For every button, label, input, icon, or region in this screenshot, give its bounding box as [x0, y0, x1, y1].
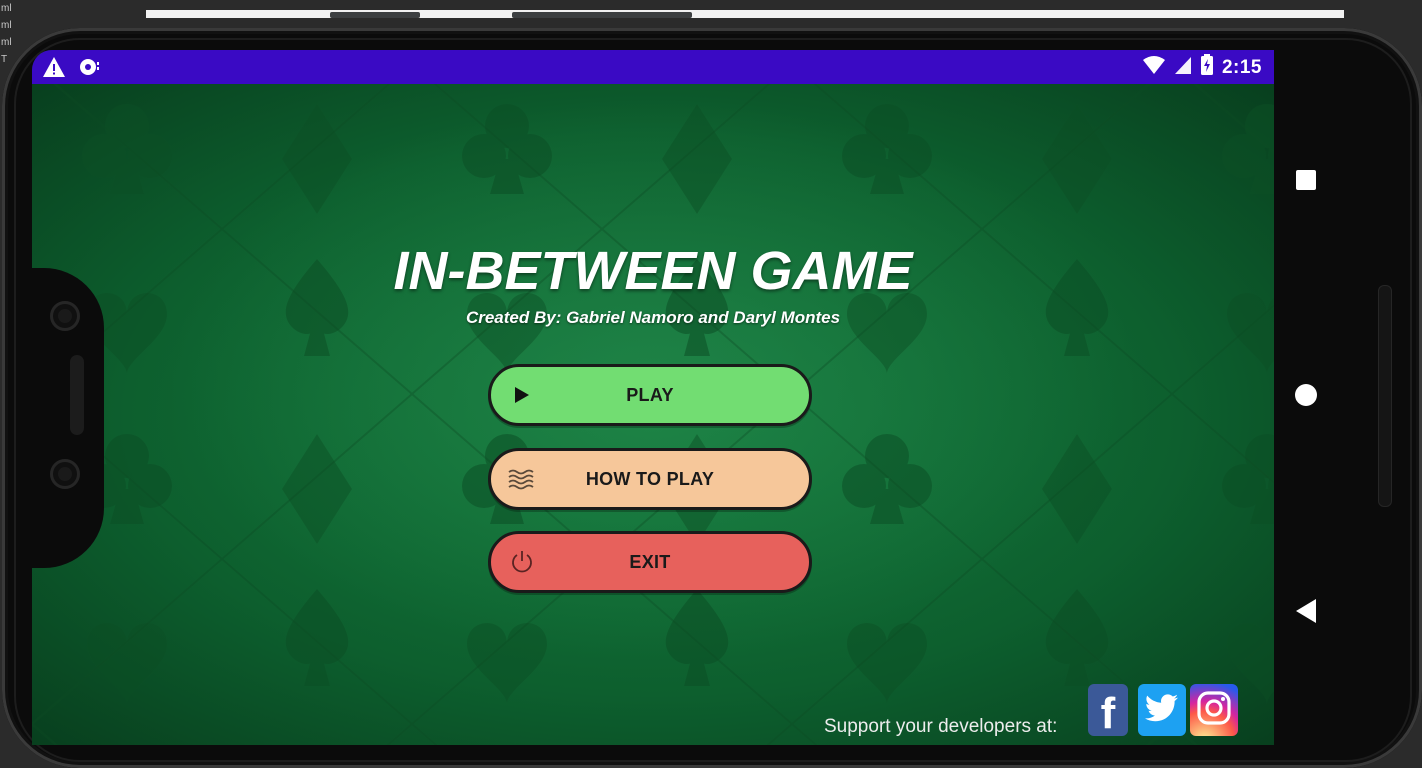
power-icon [507, 547, 537, 577]
front-camera [50, 301, 80, 331]
recents-square-icon[interactable] [1296, 170, 1316, 190]
front-sensor [50, 459, 80, 489]
how-to-play-button[interactable]: HOW TO PLAY [488, 448, 812, 510]
facebook-icon: f [1100, 689, 1116, 738]
phone-screen: 2:15 IN-BETWEEN GAME Created By: Gabriel… [32, 50, 1274, 745]
game-title: IN-BETWEEN GAME [393, 241, 913, 301]
wifi-icon [1142, 55, 1166, 81]
warning-icon [42, 56, 66, 83]
instagram-camera-icon [1196, 690, 1232, 731]
ide-file-item[interactable]: ml [1, 34, 21, 51]
support-text: Support your developers at: [824, 716, 1058, 737]
waves-icon [507, 464, 537, 494]
exit-button-label: EXIT [629, 551, 671, 572]
home-circle-icon[interactable] [1295, 384, 1317, 406]
sync-icon [78, 56, 100, 83]
instagram-button[interactable] [1190, 684, 1238, 736]
status-bar: 2:15 [32, 50, 1274, 84]
play-button-label: PLAY [626, 384, 674, 405]
status-time: 2:15 [1221, 57, 1262, 78]
back-triangle-icon[interactable] [1296, 599, 1316, 623]
ide-file-item[interactable]: ml [1, 17, 21, 34]
ide-file-item[interactable]: ml [1, 0, 21, 17]
ide-tab[interactable] [512, 12, 692, 18]
how-to-play-button-label: HOW TO PLAY [585, 468, 715, 489]
game-subtitle: Created By: Gabriel Namoro and Daryl Mon… [465, 308, 841, 327]
play-icon [507, 380, 537, 410]
ide-editor-strip [146, 10, 1344, 18]
exit-button[interactable]: EXIT [488, 531, 812, 593]
phone-speaker [70, 355, 84, 435]
twitter-bird-icon [1144, 693, 1179, 727]
play-button[interactable]: PLAY [488, 364, 812, 426]
phone-side-button [1378, 285, 1392, 507]
twitter-button[interactable] [1138, 684, 1186, 736]
battery-icon [1200, 54, 1214, 82]
signal-icon [1174, 55, 1192, 81]
facebook-button[interactable]: f [1088, 684, 1128, 738]
ide-tab[interactable] [330, 12, 420, 18]
